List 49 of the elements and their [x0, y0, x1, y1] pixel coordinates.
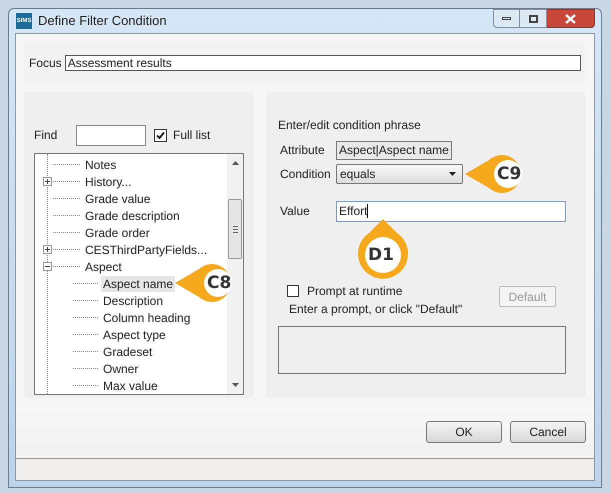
maximize-button[interactable]	[520, 9, 547, 28]
tree-item[interactable]: Aspect name	[101, 276, 176, 292]
tree-item[interactable]: Aspect	[83, 258, 124, 274]
dialog-button[interactable]: Cancel	[510, 421, 586, 443]
tree-item[interactable]: Gradeset	[101, 344, 154, 360]
full-list-label: Full list	[173, 127, 210, 144]
attribute-field: Aspect|Aspect name	[336, 140, 452, 160]
close-button[interactable]	[547, 9, 595, 28]
scroll-up-icon[interactable]	[232, 161, 238, 165]
expand-icon[interactable]	[43, 245, 52, 254]
condition-dropdown[interactable]: equals	[336, 164, 463, 184]
full-list-checkbox[interactable]	[154, 128, 167, 142]
tree-item[interactable]: Description	[101, 292, 166, 308]
tree-item[interactable]: CESThirdPartyFields...	[83, 242, 210, 258]
find-label: Find	[34, 127, 58, 144]
value-field[interactable]: Effort	[336, 200, 566, 222]
tree-item[interactable]: Max value	[101, 378, 160, 394]
tree-item[interactable]: Notes	[83, 156, 118, 172]
callout-label: C9	[497, 166, 522, 183]
caret-icon	[449, 172, 456, 176]
value-label: Value	[279, 203, 311, 220]
close-icon	[565, 14, 576, 24]
find-field[interactable]	[76, 124, 146, 146]
prompt-field[interactable]	[278, 326, 566, 374]
tree-item[interactable]: Grade order	[83, 224, 152, 240]
window-title: Define Filter Condition	[38, 12, 167, 30]
tree-item[interactable]: Owner	[101, 360, 140, 376]
dialog-button[interactable]: OK	[426, 421, 502, 443]
callout-label: D1	[368, 247, 394, 264]
tree-item[interactable]: Grade value	[83, 190, 152, 206]
prompt-checkbox[interactable]	[287, 285, 299, 297]
tree-item[interactable]: History...	[83, 174, 134, 190]
tree-item[interactable]: Aspect type	[101, 326, 168, 342]
prompt-label: Prompt at runtime	[307, 283, 402, 300]
callout-label: C8	[207, 275, 232, 292]
callout-pin	[355, 219, 411, 281]
scroll-thumb[interactable]	[228, 199, 242, 259]
tree-item[interactable]: Column heading	[101, 310, 192, 326]
prompt-hint: Enter a prompt, or click "Default"	[288, 301, 462, 318]
collapse-icon[interactable]	[43, 262, 52, 271]
minimize-button[interactable]	[493, 9, 520, 28]
focus-label: Focus	[29, 55, 62, 72]
expand-icon[interactable]	[43, 177, 52, 186]
tree-item[interactable]: Grade description	[83, 208, 182, 224]
focus-field[interactable]: Assessment results	[64, 55, 581, 71]
condition-label: Condition	[279, 166, 332, 183]
scroll-down-icon[interactable]	[232, 383, 238, 387]
attribute-label: Attribute	[279, 142, 326, 159]
condition-heading: Enter/edit condition phrase	[278, 117, 422, 134]
